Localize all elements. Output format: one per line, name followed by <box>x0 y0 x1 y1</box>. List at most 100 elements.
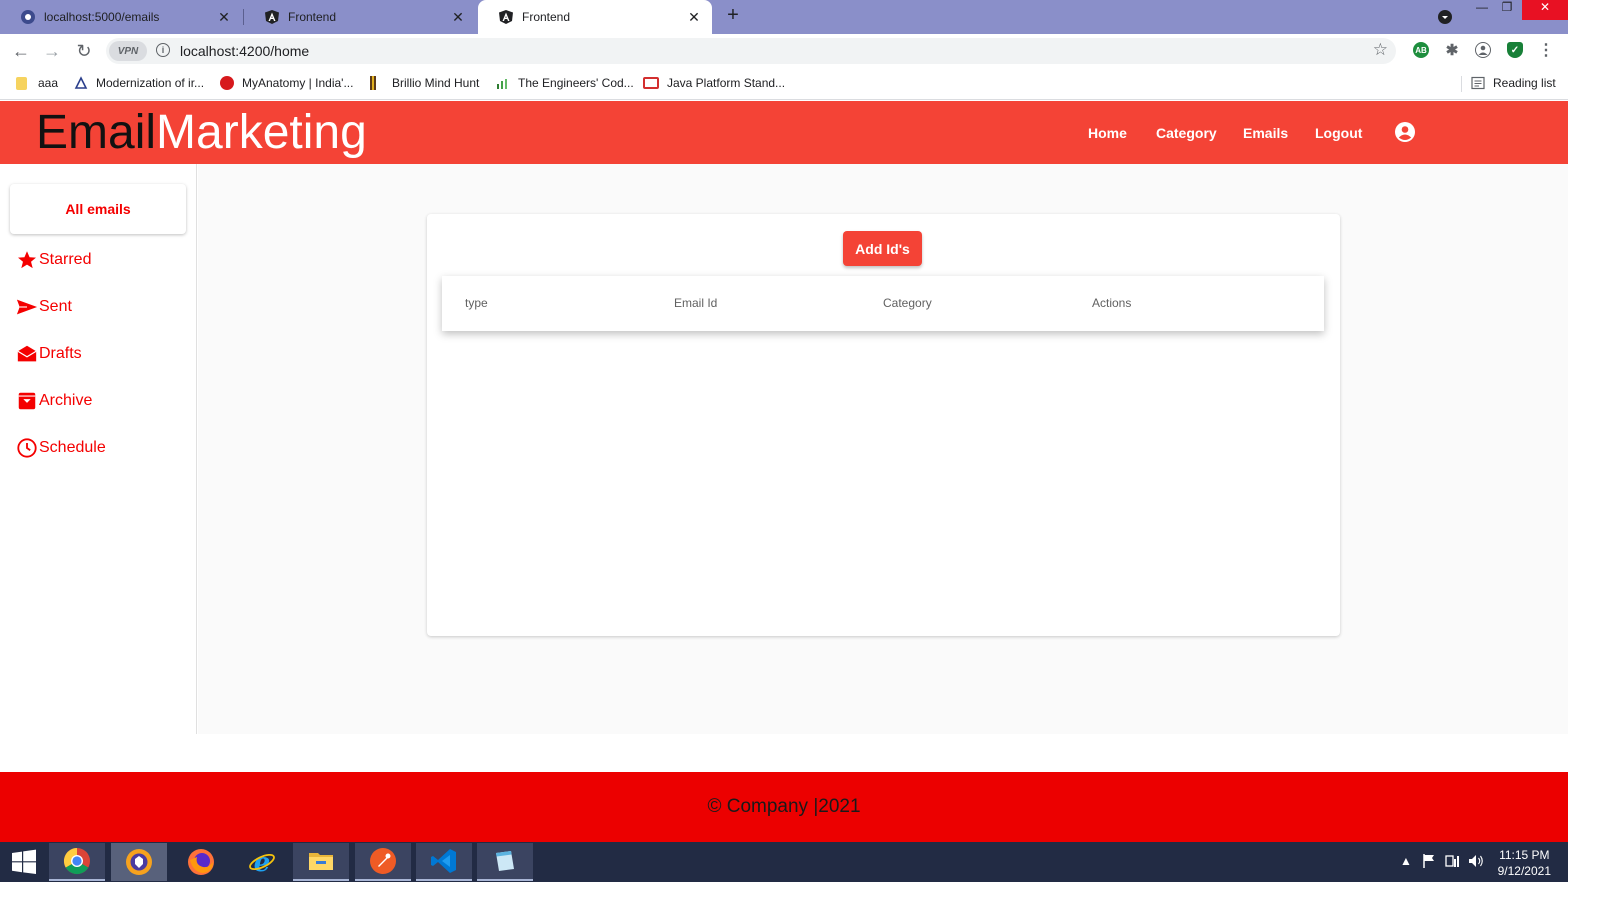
volume-icon[interactable] <box>1468 853 1484 872</box>
bookmark-star-icon[interactable]: ☆ <box>1373 40 1388 60</box>
nav-home-link[interactable]: Home <box>1088 125 1127 141</box>
notepad-taskbar-icon[interactable] <box>477 843 533 881</box>
bookmark-item[interactable]: Java Platform Stand... <box>643 76 785 90</box>
globe-icon <box>20 9 36 25</box>
browser-tabstrip: localhost:5000/emails ✕ Frontend ✕ Front… <box>0 0 1568 34</box>
reload-icon[interactable]: ↻ <box>74 41 94 61</box>
sidebar: All emails Starred Sent Drafts Archive S… <box>0 164 197 734</box>
browser-menu-icon[interactable]: ⋮ <box>1538 42 1554 59</box>
tab-title: Frontend <box>288 10 337 24</box>
bookmark-label: aaa <box>38 76 59 90</box>
sidebar-item-label: Drafts <box>39 345 82 362</box>
sidebar-item-label: Sent <box>39 298 72 315</box>
clock-time: 11:15 PM <box>1499 848 1550 862</box>
url-text[interactable]: localhost:4200/home <box>180 43 309 59</box>
bookmark-label: The Engineers' Cod... <box>518 76 634 90</box>
vpn-badge[interactable]: VPN <box>109 41 147 61</box>
column-header-type[interactable]: type <box>465 296 488 310</box>
footer-copyright: © Company |2021 <box>707 796 861 817</box>
sidebar-item-label: Archive <box>39 392 93 409</box>
bookmark-item[interactable]: Modernization of ir... <box>74 76 204 90</box>
sidebar-item-drafts[interactable]: Drafts <box>16 342 82 366</box>
vpn-browser-taskbar-icon[interactable] <box>111 843 167 881</box>
column-header-actions[interactable]: Actions <box>1092 296 1131 310</box>
main-content: Add Id's type Email Id Category Actions <box>198 164 1568 734</box>
bookmark-item[interactable]: The Engineers' Cod... <box>496 76 634 90</box>
action-flag-icon[interactable] <box>1422 853 1436 872</box>
adblock-extension-icon[interactable]: AB <box>1413 42 1429 58</box>
firefox-taskbar-icon[interactable] <box>173 843 229 881</box>
new-tab-button[interactable]: + <box>722 4 744 27</box>
bookmark-item[interactable]: MyAnatomy | India'... <box>220 76 353 90</box>
forward-arrow-icon[interactable]: → <box>42 41 62 61</box>
file-explorer-taskbar-icon[interactable] <box>293 843 349 881</box>
add-ids-button[interactable]: Add Id's <box>843 231 922 266</box>
angular-icon <box>264 9 280 25</box>
archive-icon <box>18 392 36 410</box>
browser-tab[interactable]: localhost:5000/emails ✕ <box>0 0 242 34</box>
window-close-button[interactable]: ✕ <box>1522 0 1568 20</box>
nav-logout-link[interactable]: Logout <box>1315 125 1362 141</box>
page-footer: © Company |2021 <box>0 772 1568 842</box>
bookmark-label: MyAnatomy | India'... <box>242 76 354 90</box>
taskbar-clock[interactable]: 11:15 PM 9/12/2021 <box>1498 847 1551 879</box>
bookmark-item[interactable]: aaa <box>16 76 58 90</box>
bookmark-label: Brillio Mind Hunt <box>392 76 480 90</box>
sidebar-item-schedule[interactable]: Schedule <box>16 436 106 460</box>
emails-card: Add Id's type Email Id Category Actions <box>427 214 1340 636</box>
tray-expand-icon[interactable]: ▲ <box>1400 854 1412 868</box>
brillio-icon <box>370 76 376 90</box>
extensions-puzzle-icon[interactable]: ✱ <box>1444 42 1460 59</box>
profile-icon[interactable] <box>1475 42 1491 58</box>
shield-extension-icon[interactable]: ✓ <box>1507 42 1523 58</box>
site-info-icon[interactable]: i <box>156 43 170 57</box>
close-icon[interactable]: ✕ <box>686 9 702 26</box>
browser-toolbar: ← → ↻ VPN i localhost:4200/home ☆ AB ✱ ✓… <box>0 34 1568 68</box>
sidebar-item-label: Schedule <box>39 439 106 456</box>
chrome-taskbar-icon[interactable] <box>49 843 105 881</box>
account-circle-icon[interactable] <box>1395 122 1415 142</box>
folder-icon <box>16 76 27 90</box>
bookmark-item[interactable]: Brillio Mind Hunt <box>370 76 479 90</box>
tab-search-icon[interactable] <box>1435 9 1455 29</box>
restore-button[interactable]: ❐ <box>1497 0 1517 20</box>
close-icon[interactable]: ✕ <box>216 9 232 26</box>
minimize-button[interactable]: — <box>1472 0 1492 20</box>
star-icon <box>18 251 36 269</box>
reading-list-button[interactable]: Reading list <box>1471 76 1556 90</box>
sidebar-item-all-emails[interactable]: All emails <box>10 184 186 234</box>
tab-title: Frontend <box>522 10 571 24</box>
clock-icon <box>17 438 37 458</box>
brand-logo[interactable]: EmailMarketing <box>36 104 367 162</box>
internet-explorer-taskbar-icon[interactable]: e <box>234 843 290 881</box>
column-header-email-id[interactable]: Email Id <box>674 296 717 310</box>
svg-text:e: e <box>254 848 271 876</box>
postman-taskbar-icon[interactable] <box>355 843 411 881</box>
windows-start-icon[interactable] <box>0 843 48 881</box>
network-icon[interactable] <box>1445 853 1461 872</box>
column-header-category[interactable]: Category <box>883 296 932 310</box>
nav-category-link[interactable]: Category <box>1156 125 1217 141</box>
bookmark-label: Java Platform Stand... <box>667 76 786 90</box>
app-header: EmailMarketing Home Category Emails Logo… <box>0 101 1568 164</box>
browser-tab[interactable]: Frontend ✕ <box>244 0 476 34</box>
browser-tab-active[interactable]: Frontend ✕ <box>478 0 712 34</box>
chart-icon <box>496 76 510 90</box>
clock-date: 9/12/2021 <box>1497 864 1551 878</box>
brand-text-marketing: Marketing <box>156 106 367 159</box>
back-arrow-icon[interactable]: ← <box>11 41 31 61</box>
sidebar-item-archive[interactable]: Archive <box>16 389 92 413</box>
sidebar-item-label: Starred <box>39 251 92 268</box>
address-bar[interactable]: VPN i localhost:4200/home ☆ <box>106 38 1396 64</box>
angular-icon <box>498 9 514 25</box>
close-icon[interactable]: ✕ <box>450 9 466 26</box>
sidebar-item-sent[interactable]: Sent <box>16 295 72 319</box>
vscode-taskbar-icon[interactable] <box>416 843 472 881</box>
reading-list-icon <box>1471 76 1485 90</box>
sidebar-item-starred[interactable]: Starred <box>16 248 91 272</box>
myanatomy-icon <box>220 76 234 90</box>
nav-emails-link[interactable]: Emails <box>1243 125 1288 141</box>
oracle-icon <box>643 77 659 89</box>
brand-text-email: Email <box>36 106 157 159</box>
bookmarks-divider <box>1461 76 1462 92</box>
